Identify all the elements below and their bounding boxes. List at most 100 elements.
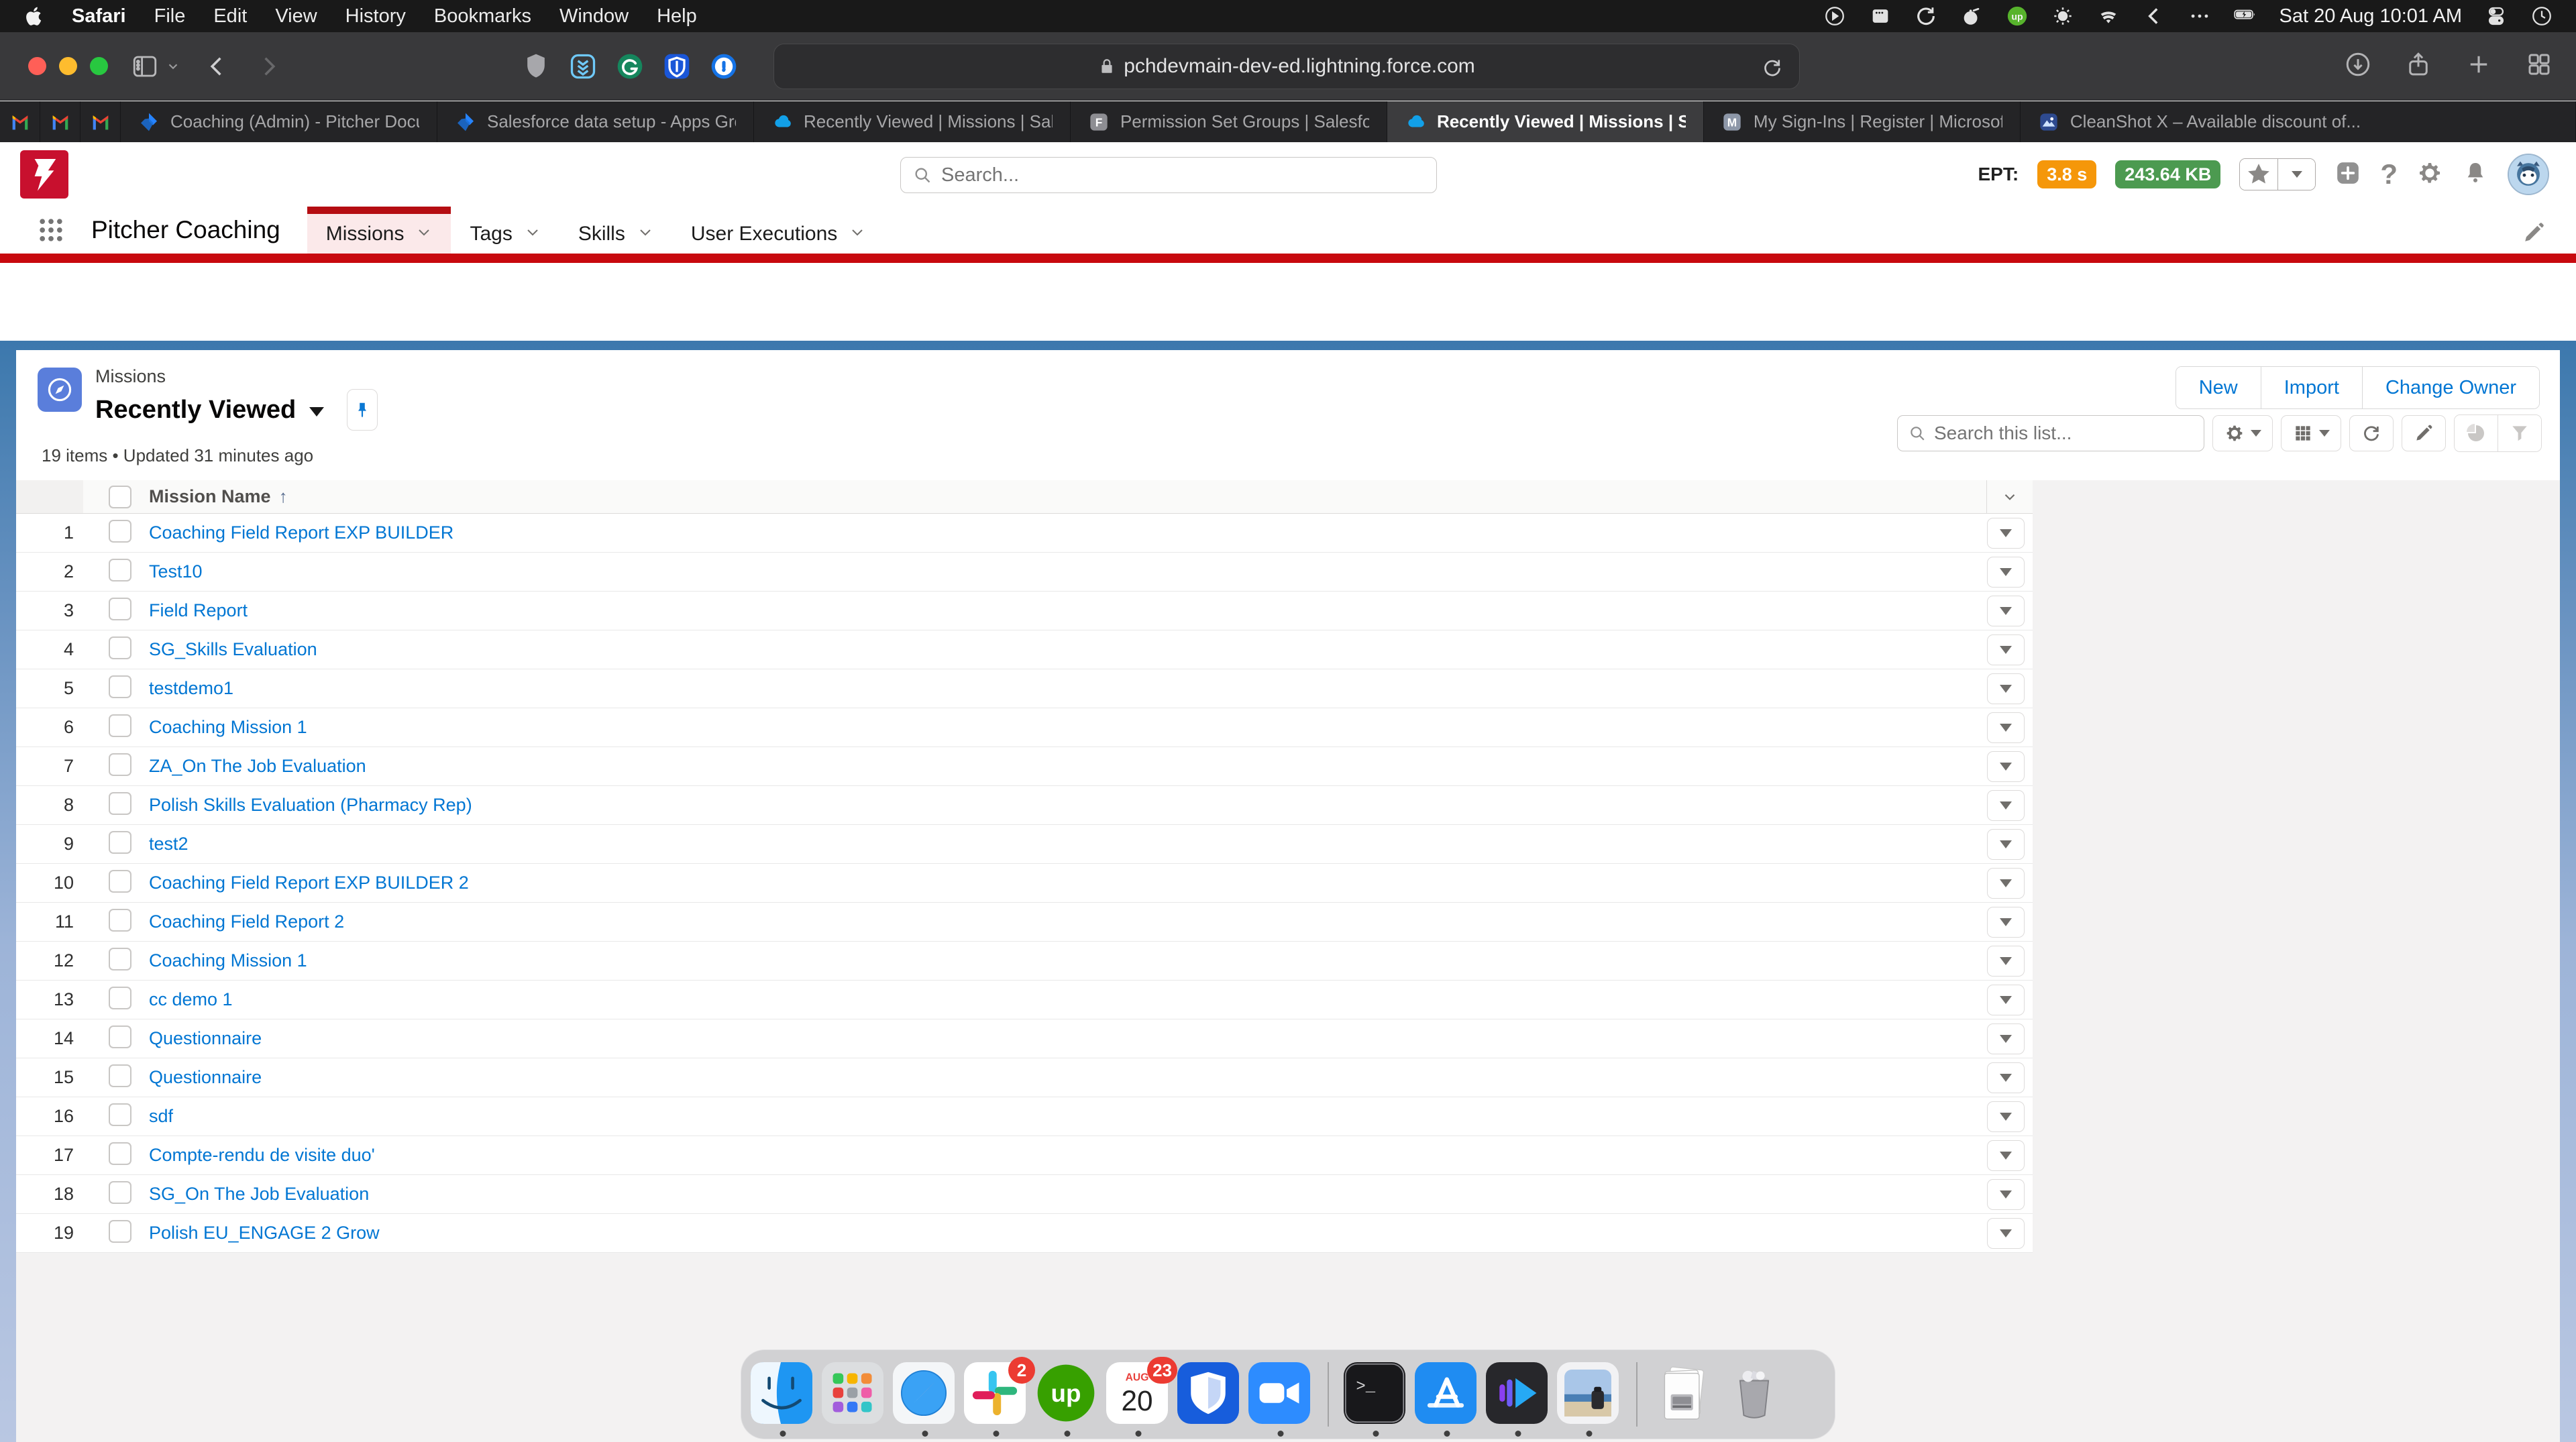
nav-item-tags[interactable]: Tags [451, 207, 559, 254]
minimize-window-button[interactable] [59, 57, 77, 75]
row-checkbox[interactable] [109, 675, 131, 698]
row-actions-menu-button[interactable] [1987, 829, 2025, 860]
row-checkbox[interactable] [109, 1025, 131, 1048]
row-actions-menu-button[interactable] [1987, 1179, 2025, 1210]
dock-trash-icon[interactable] [1723, 1362, 1788, 1427]
tab-5-active[interactable]: Recently Viewed | Missions | Salesf... [1387, 101, 1704, 142]
tab-6[interactable]: MMy Sign-Ins | Register | Microsoft.c... [1704, 101, 2021, 142]
mission-name-link[interactable]: Test10 [149, 561, 1987, 582]
mission-name-link[interactable]: Field Report [149, 600, 1987, 621]
row-checkbox[interactable] [109, 909, 131, 932]
new-button[interactable]: New [2176, 367, 2261, 408]
menu-file[interactable]: File [140, 5, 200, 27]
notifications-bell-button[interactable] [2462, 160, 2489, 190]
row-actions-menu-button[interactable] [1987, 1101, 2025, 1132]
chevron-down-icon[interactable] [849, 223, 865, 245]
row-actions-menu-button[interactable] [1987, 751, 2025, 782]
mission-name-link[interactable]: SG_Skills Evaluation [149, 639, 1987, 660]
mission-name-link[interactable]: Questionnaire [149, 1067, 1987, 1088]
pinned-tab-gmail-3[interactable] [80, 101, 121, 142]
menu-help[interactable]: Help [643, 5, 711, 27]
row-actions-menu-button[interactable] [1987, 634, 2025, 665]
address-bar[interactable]: pchdevmain-dev-ed.lightning.force.com [773, 44, 1800, 89]
inspector-extension-icon[interactable] [568, 52, 598, 81]
tab-4[interactable]: FPermission Set Groups | Salesforce [1071, 101, 1387, 142]
onepassword-extension-icon[interactable] [709, 52, 739, 81]
menu-view[interactable]: View [261, 5, 331, 27]
row-actions-menu-button[interactable] [1987, 1023, 2025, 1054]
mission-name-link[interactable]: Polish EU_ENGAGE 2 Grow [149, 1223, 1987, 1243]
pinned-tab-gmail-2[interactable] [40, 101, 80, 142]
mission-name-link[interactable]: Coaching Mission 1 [149, 717, 1987, 738]
list-search-input[interactable] [1934, 423, 2193, 444]
battery-icon[interactable] [2234, 5, 2257, 27]
mission-name-link[interactable]: SG_On The Job Evaluation [149, 1184, 1987, 1205]
list-search-box[interactable] [1897, 415, 2204, 451]
edit-list-button[interactable] [2402, 415, 2446, 451]
row-checkbox[interactable] [109, 1181, 131, 1204]
zoom-window-button[interactable] [90, 57, 108, 75]
row-checkbox[interactable] [109, 987, 131, 1009]
grammarly-extension-icon[interactable] [615, 52, 645, 81]
select-all-checkbox[interactable] [109, 486, 131, 508]
pin-list-button[interactable] [347, 389, 378, 431]
wifi-icon[interactable] [2097, 5, 2120, 27]
dock-safari-icon[interactable] [893, 1362, 957, 1427]
nav-item-user-executions[interactable]: User Executions [672, 207, 884, 254]
apple-menu-icon[interactable] [23, 5, 46, 27]
dock-zoom-icon[interactable] [1248, 1362, 1313, 1427]
row-checkbox[interactable] [109, 598, 131, 620]
cleanshot-icon[interactable] [1960, 5, 1983, 27]
help-button[interactable]: ? [2380, 158, 2398, 190]
ellipsis-icon[interactable] [2188, 5, 2211, 27]
mission-name-link[interactable]: Coaching Field Report EXP BUILDER 2 [149, 873, 1987, 893]
list-view-controls-button[interactable] [2212, 415, 2273, 451]
sync-icon[interactable] [1915, 5, 1937, 27]
dock-mediaplayer-icon[interactable] [1486, 1362, 1550, 1427]
import-button[interactable]: Import [2261, 367, 2362, 408]
tab-3[interactable]: Recently Viewed | Missions | Salesf... [754, 101, 1071, 142]
dock-finder-icon[interactable] [751, 1362, 815, 1427]
global-search-input[interactable] [941, 164, 1424, 186]
sidebar-toggle-button[interactable] [131, 52, 159, 80]
tab-2[interactable]: Salesforce data setup - Apps Grou... [437, 101, 754, 142]
row-checkbox[interactable] [109, 1142, 131, 1165]
global-search-box[interactable] [900, 157, 1437, 193]
dock-terminal-icon[interactable]: >_ [1344, 1362, 1408, 1427]
dock-slack-icon[interactable]: 2 [964, 1362, 1028, 1427]
row-actions-menu-button[interactable] [1987, 985, 2025, 1015]
pitcher-logo[interactable] [20, 150, 68, 199]
row-actions-menu-button[interactable] [1987, 1140, 2025, 1171]
row-actions-menu-button[interactable] [1987, 1218, 2025, 1249]
favorites-caret-button[interactable] [2277, 159, 2315, 190]
mission-name-link[interactable]: Coaching Field Report EXP BUILDER [149, 522, 1987, 543]
downloads-button[interactable] [2344, 50, 2372, 82]
mission-name-link[interactable]: test2 [149, 834, 1987, 854]
dock-upwork-icon[interactable]: up [1035, 1362, 1099, 1427]
close-window-button[interactable] [28, 57, 46, 75]
mission-name-link[interactable]: Coaching Mission 1 [149, 950, 1987, 971]
edit-navigation-pencil-icon[interactable] [2522, 221, 2545, 244]
user-avatar[interactable] [2508, 154, 2549, 195]
row-actions-menu-button[interactable] [1987, 673, 2025, 704]
shield-extension-icon[interactable] [521, 52, 551, 81]
bitwarden-extension-icon[interactable] [662, 52, 692, 81]
chevron-down-icon[interactable] [416, 223, 432, 245]
row-checkbox[interactable] [109, 636, 131, 659]
app-name[interactable]: Pitcher Coaching [91, 216, 280, 244]
window-controls[interactable] [28, 57, 108, 75]
row-checkbox[interactable] [109, 753, 131, 776]
brightness-icon[interactable] [2051, 5, 2074, 27]
change-owner-button[interactable]: Change Owner [2362, 367, 2539, 408]
mission-name-link[interactable]: sdf [149, 1106, 1987, 1127]
chevron-down-icon[interactable] [637, 223, 653, 245]
control-center-icon[interactable] [2485, 5, 2508, 27]
dock-docstack-icon[interactable] [1652, 1362, 1717, 1427]
menu-safari[interactable]: Safari [58, 5, 140, 27]
filters-button[interactable] [2498, 415, 2541, 451]
keystroke-window-icon[interactable] [1869, 5, 1892, 27]
row-actions-menu-button[interactable] [1987, 868, 2025, 899]
chevron-left-icon[interactable] [2143, 5, 2165, 27]
charts-button[interactable] [2455, 415, 2498, 451]
mission-name-link[interactable]: Coaching Field Report 2 [149, 911, 1987, 932]
